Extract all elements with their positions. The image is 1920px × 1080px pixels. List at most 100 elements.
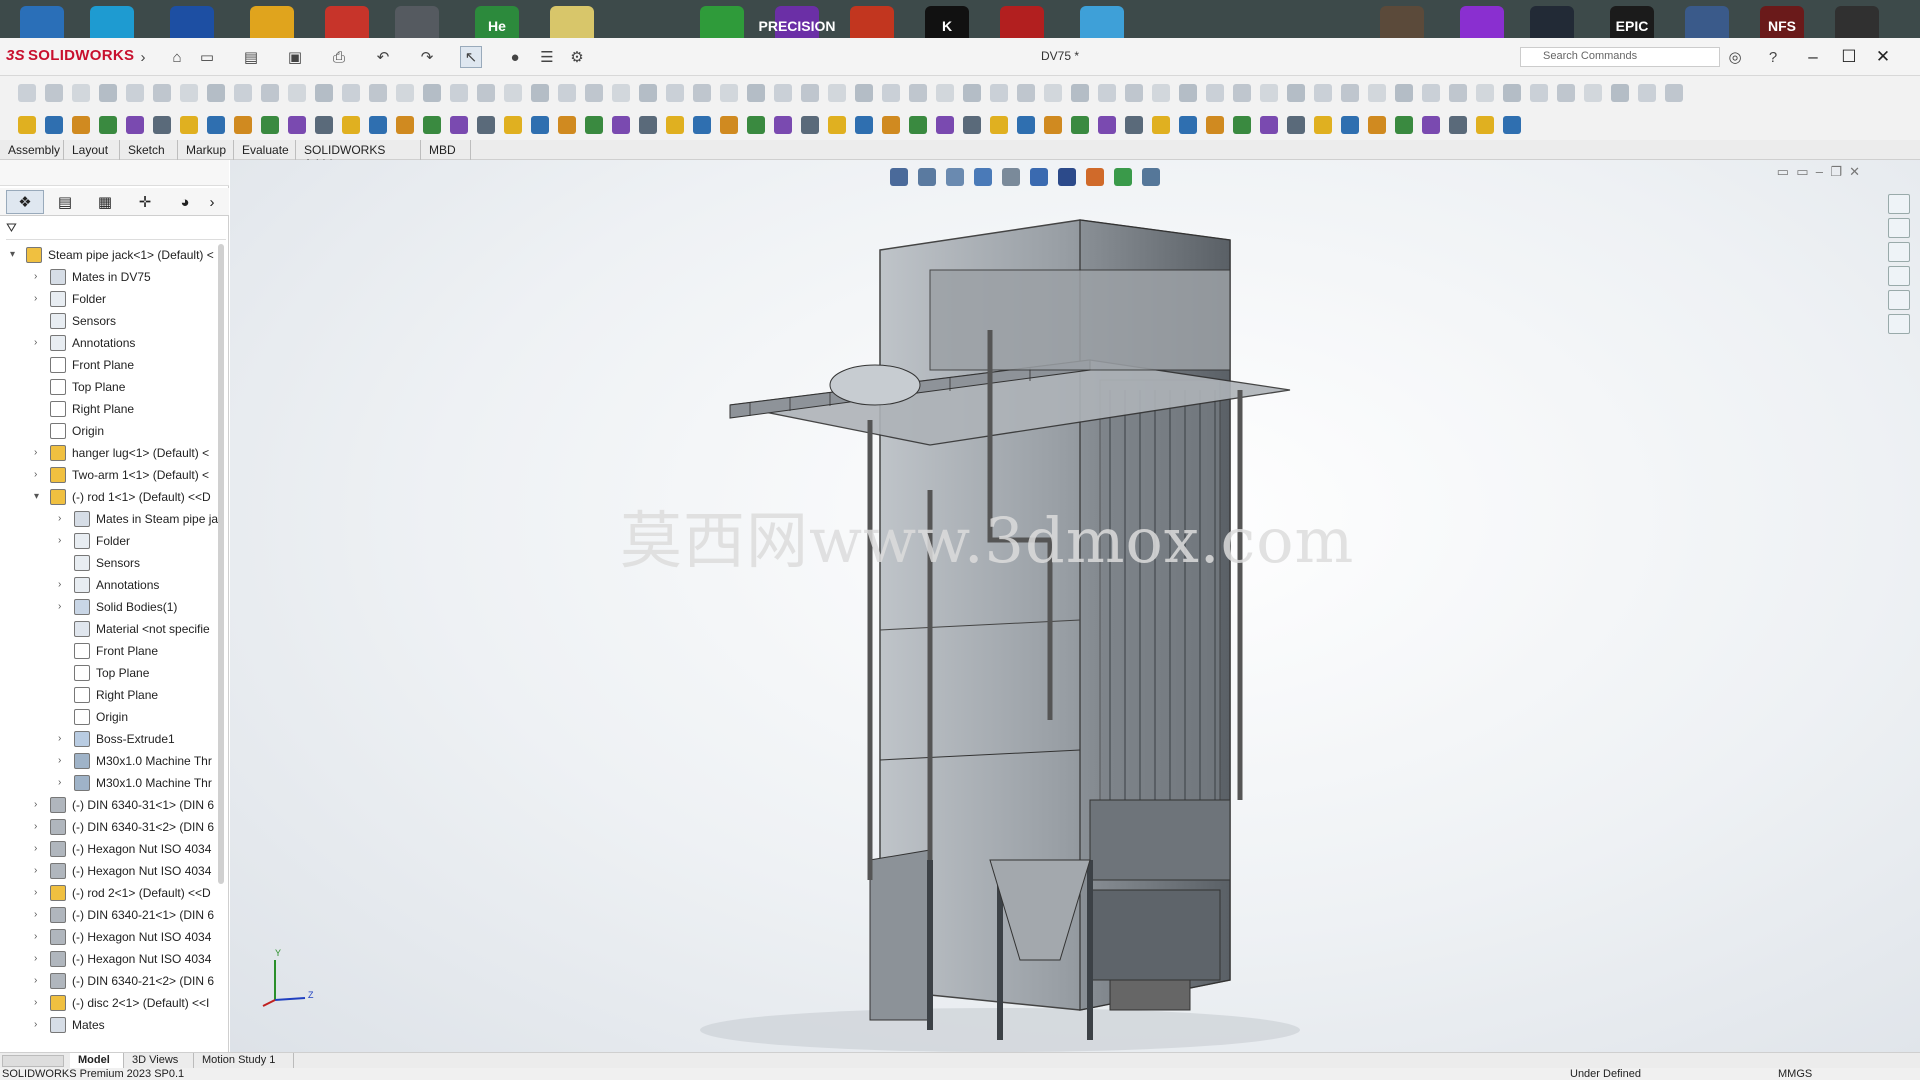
expand-arrow-icon[interactable]: › (58, 508, 68, 530)
expand-arrow-icon[interactable]: › (34, 332, 44, 354)
undo-icon[interactable]: ↶ (372, 46, 394, 68)
feature-tree-node[interactable]: › (-) Hexagon Nut ISO 4034 (0, 860, 216, 882)
toolbar-command-icon[interactable] (1287, 116, 1305, 134)
expand-arrow-icon[interactable]: › (34, 288, 44, 310)
feature-tree-node[interactable]: › M30x1.0 Machine Thr (0, 772, 216, 794)
toolbar-command-icon[interactable] (639, 84, 657, 102)
toolbar-command-icon[interactable] (909, 116, 927, 134)
toolbar-command-icon[interactable] (1422, 84, 1440, 102)
dock-app-icon[interactable] (550, 6, 594, 38)
toolbar-command-icon[interactable] (369, 116, 387, 134)
toolbar-command-icon[interactable] (558, 116, 576, 134)
expand-arrow-icon[interactable]: › (34, 948, 44, 970)
dock-app-icon[interactable] (1080, 6, 1124, 38)
feature-tree-node[interactable]: › (-) disc 2<1> (Default) <<I (0, 992, 216, 1014)
expand-arrow-icon[interactable]: › (58, 728, 68, 750)
toolbar-command-icon[interactable] (828, 84, 846, 102)
feature-tree-node[interactable]: Top Plane (0, 376, 216, 398)
dock-app-icon[interactable] (1000, 6, 1044, 38)
property-manager-tab-icon[interactable]: ▤ (46, 190, 84, 214)
dock-app-icon[interactable] (850, 6, 894, 38)
toolbar-command-icon[interactable] (396, 84, 414, 102)
toolbar-command-icon[interactable] (1044, 84, 1062, 102)
feature-tree-node[interactable]: › Annotations (0, 574, 216, 596)
collapse-arrow-icon[interactable]: ▾ (34, 486, 44, 508)
dock-app-icon[interactable] (20, 6, 64, 38)
feature-tree-node[interactable]: ▾ (-) rod 1<1> (Default) <<D (0, 486, 216, 508)
account-icon[interactable]: ◎ (1724, 46, 1746, 68)
expand-arrow-icon[interactable]: › (34, 1014, 44, 1036)
toolbar-command-icon[interactable] (45, 116, 63, 134)
toolbar-command-icon[interactable] (1368, 116, 1386, 134)
feature-tree-node[interactable]: › Mates in Steam pipe ja (0, 508, 218, 530)
toolbar-command-icon[interactable] (1341, 84, 1359, 102)
feature-tree-node[interactable]: › Folder (0, 288, 216, 310)
toolbar-command-icon[interactable] (126, 84, 144, 102)
toolbar-command-icon[interactable] (1557, 84, 1575, 102)
toolbar-command-icon[interactable] (315, 116, 333, 134)
status-units[interactable]: MMGS (1778, 1068, 1812, 1080)
feature-tree-node[interactable]: › Boss-Extrude1 (0, 728, 216, 750)
toolbar-command-icon[interactable] (909, 84, 927, 102)
toolbar-command-icon[interactable] (1206, 84, 1224, 102)
toolbar-command-icon[interactable] (18, 84, 36, 102)
dock-app-icon[interactable]: He (475, 6, 519, 38)
toolbar-command-icon[interactable] (1125, 116, 1143, 134)
toolbar-command-icon[interactable] (1044, 116, 1062, 134)
command-tab[interactable]: Evaluate (234, 140, 296, 160)
toolbar-command-icon[interactable] (1476, 116, 1494, 134)
feature-tree-node[interactable]: Front Plane (0, 640, 216, 662)
toolbar-command-icon[interactable] (828, 116, 846, 134)
toolbar-command-icon[interactable] (234, 84, 252, 102)
feature-tree-node[interactable]: Origin (0, 706, 216, 728)
toolbar-command-icon[interactable] (774, 84, 792, 102)
filter-icon[interactable]: ⛛ (6, 220, 17, 235)
toolbar-command-icon[interactable] (585, 116, 603, 134)
expand-arrow-icon[interactable]: › (34, 882, 44, 904)
minimize-button[interactable]: – (1796, 43, 1830, 71)
print-icon[interactable]: ⎙ (328, 46, 350, 68)
toolbar-command-icon[interactable] (1071, 116, 1089, 134)
dock-app-icon[interactable] (250, 6, 294, 38)
toolbar-command-icon[interactable] (207, 84, 225, 102)
feature-tree-filter[interactable]: ⛛ (6, 220, 226, 240)
toolbar-command-icon[interactable] (612, 116, 630, 134)
dock-app-icon[interactable]: NFS (1760, 6, 1804, 38)
toolbar-command-icon[interactable] (234, 116, 252, 134)
toolbar-command-icon[interactable] (720, 116, 738, 134)
toolbar-command-icon[interactable] (639, 116, 657, 134)
feature-tree-node[interactable]: Material <not specifie (0, 618, 216, 640)
feature-tree-node[interactable]: ▾ Steam pipe jack<1> (Default) < (0, 244, 216, 266)
rebuild-icon[interactable]: ● (504, 46, 526, 68)
toolbar-command-icon[interactable] (153, 116, 171, 134)
toolbar-command-icon[interactable] (693, 84, 711, 102)
feature-tree-node[interactable]: Top Plane (0, 662, 216, 684)
toolbar-command-icon[interactable] (666, 84, 684, 102)
tab-scroll-arrows[interactable] (2, 1055, 64, 1067)
model-tab[interactable]: 3D Views (124, 1053, 194, 1069)
expand-arrow-icon[interactable]: › (34, 816, 44, 838)
select-icon[interactable]: ↖ (460, 46, 482, 68)
toolbar-command-icon[interactable] (1152, 116, 1170, 134)
maximize-button[interactable]: ☐ (1832, 43, 1866, 71)
dock-app-icon[interactable] (1835, 6, 1879, 38)
feature-tree-node[interactable]: › Mates in DV75 (0, 266, 216, 288)
dock-app-icon[interactable] (325, 6, 369, 38)
feature-tree-tab-icon[interactable]: ❖ (6, 190, 44, 214)
toolbar-command-icon[interactable] (72, 84, 90, 102)
toolbar-command-icon[interactable] (747, 116, 765, 134)
file-properties-icon[interactable]: ☰ (536, 46, 558, 68)
toolbar-command-icon[interactable] (882, 116, 900, 134)
command-tab[interactable]: Markup (178, 140, 234, 160)
toolbar-command-icon[interactable] (1287, 84, 1305, 102)
toolbar-command-icon[interactable] (774, 116, 792, 134)
toolbar-command-icon[interactable] (1017, 84, 1035, 102)
toolbar-command-icon[interactable] (855, 84, 873, 102)
dock-app-icon[interactable] (395, 6, 439, 38)
toolbar-command-icon[interactable] (180, 84, 198, 102)
toolbar-command-icon[interactable] (1503, 116, 1521, 134)
toolbar-command-icon[interactable] (207, 116, 225, 134)
toolbar-command-icon[interactable] (963, 84, 981, 102)
command-tab[interactable]: Assembly (0, 140, 64, 160)
feature-tree-node[interactable]: Right Plane (0, 398, 216, 420)
